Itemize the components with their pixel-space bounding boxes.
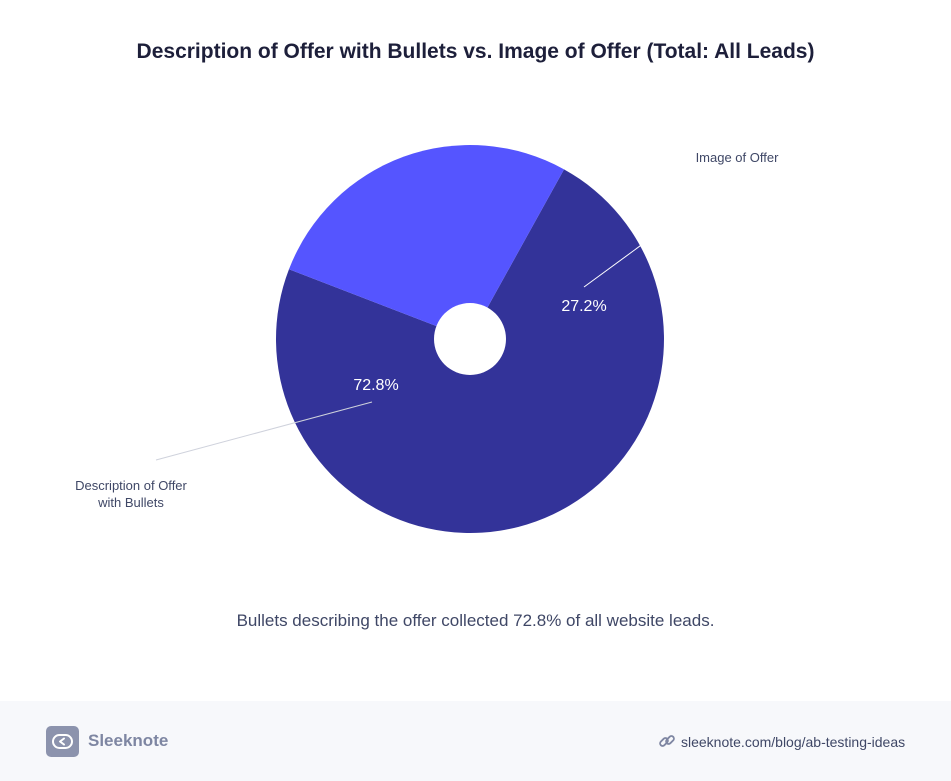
chart-caption: Bullets describing the offer collected 7… bbox=[236, 611, 715, 630]
footer-url[interactable]: sleeknote.com/blog/ab-testing-ideas bbox=[681, 734, 905, 750]
slice-label-2: Image of Offer bbox=[696, 150, 780, 165]
link-icon bbox=[659, 735, 675, 747]
data-label-1: 72.8% bbox=[353, 377, 398, 394]
brand-name: Sleeknote bbox=[88, 731, 169, 750]
footer: Sleeknote sleeknote.com/blog/ab-testing-… bbox=[0, 701, 951, 781]
slice-label-1: Description of Offer with Bullets bbox=[75, 478, 187, 510]
pie-chart: 72.8% Description of Offer with Bullets 27.… bbox=[75, 144, 780, 533]
data-label-2: 27.2% bbox=[561, 298, 606, 315]
donut-hole bbox=[434, 303, 506, 375]
sleeknote-logo-icon bbox=[46, 726, 79, 757]
